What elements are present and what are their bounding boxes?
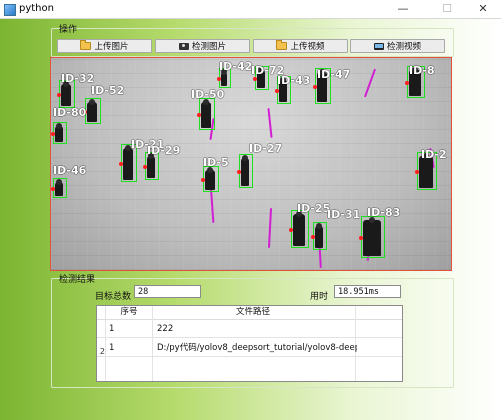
target-count-field[interactable]: 28 xyxy=(134,285,201,298)
track-point xyxy=(313,85,317,89)
detect-image-button[interactable]: 检测图片 xyxy=(155,39,250,53)
column-header-path[interactable]: 文件路径 xyxy=(153,306,353,319)
upload-video-label: 上传视频 xyxy=(290,42,325,52)
track-point xyxy=(143,165,147,169)
track-id-label: ID-8 xyxy=(409,64,435,77)
row-index-cell[interactable]: 1 xyxy=(109,320,114,338)
track-point xyxy=(217,77,221,81)
title-bar: python — ☐ ✕ xyxy=(0,0,501,19)
detect-image-label: 检测图片 xyxy=(191,42,226,52)
detect-video-label: 检测视频 xyxy=(386,42,421,52)
row-path-cell[interactable]: 222 xyxy=(157,320,173,338)
track-point xyxy=(51,132,55,136)
track-point xyxy=(119,162,123,166)
track-point xyxy=(51,187,55,191)
upload-image-button[interactable]: 上传图片 xyxy=(57,39,152,53)
track-id-label: ID-32 xyxy=(61,72,95,85)
gridline xyxy=(97,337,402,338)
track-id-label: ID-80 xyxy=(53,106,87,119)
detection-box xyxy=(199,98,215,130)
track-id-label: ID-47 xyxy=(317,68,351,81)
track-point xyxy=(289,228,293,232)
results-table[interactable]: 序号 文件路径 1 222 2 1 D:/py代码/yolov8_deepsor… xyxy=(96,305,403,382)
track-id-label: ID-31 xyxy=(327,208,361,221)
detection-box xyxy=(239,154,253,188)
track-id-label: ID-25 xyxy=(297,202,331,215)
folder-icon xyxy=(276,40,288,50)
track-id-label: ID-46 xyxy=(53,164,87,177)
track-point xyxy=(405,81,409,85)
upload-image-label: 上传图片 xyxy=(94,42,129,52)
folder-icon xyxy=(80,40,92,50)
camera-icon xyxy=(178,42,189,50)
time-label: 用时 xyxy=(310,292,329,302)
column-header-index[interactable]: 序号 xyxy=(107,306,151,319)
track-point xyxy=(311,235,315,239)
row-path-cell[interactable]: D:/py代码/yolov8_deepsort_tutorial/yolov8-… xyxy=(157,339,357,357)
detection-box xyxy=(203,166,219,192)
detection-box xyxy=(85,98,101,124)
track-point xyxy=(275,89,279,93)
track-point xyxy=(237,170,241,174)
window-title: python xyxy=(19,3,54,14)
results-group-title: 检测结果 xyxy=(59,275,96,285)
target-count-label: 目标总数 xyxy=(95,292,132,302)
detect-video-button[interactable]: 检测视频 xyxy=(350,39,445,53)
track-point xyxy=(197,113,201,117)
track-id-label: ID-52 xyxy=(91,84,125,97)
detection-box xyxy=(361,216,385,258)
operations-group-title: 操作 xyxy=(59,25,78,35)
detection-box xyxy=(53,178,67,198)
detection-box xyxy=(313,222,327,250)
track-point xyxy=(57,93,61,97)
time-field[interactable]: 18.951ms xyxy=(334,285,401,298)
track-id-label: ID-83 xyxy=(367,206,401,219)
gridline xyxy=(152,306,153,381)
gridline xyxy=(105,306,106,381)
row-header: 2 xyxy=(99,347,105,356)
detection-box xyxy=(291,210,309,248)
track-id-label: ID-27 xyxy=(249,142,283,155)
track-id-label: ID-5 xyxy=(203,156,229,169)
track-point xyxy=(201,178,205,182)
track-id-label: ID-42 xyxy=(219,60,253,73)
row-index-cell[interactable]: 1 xyxy=(109,339,114,357)
track-point xyxy=(415,170,419,174)
track-point xyxy=(253,77,257,81)
detection-box xyxy=(53,122,67,144)
app-icon xyxy=(4,4,16,16)
track-id-label: ID-72 xyxy=(251,64,285,77)
track-id-label: ID-29 xyxy=(147,144,181,157)
track-id-label: ID-50 xyxy=(191,88,225,101)
table-header: 序号 文件路径 xyxy=(97,306,402,320)
video-display: ID-32 ID-52 ID-80 ID-46 ID-50 ID-21 ID-29 ID-5 I… xyxy=(50,57,452,271)
close-button[interactable]: ✕ xyxy=(461,0,501,18)
monitor-icon xyxy=(373,42,384,50)
track-point xyxy=(359,236,363,240)
track-id-label: ID-2 xyxy=(421,148,447,161)
upload-video-button[interactable]: 上传视频 xyxy=(253,39,348,53)
minimize-button[interactable]: — xyxy=(381,0,425,18)
